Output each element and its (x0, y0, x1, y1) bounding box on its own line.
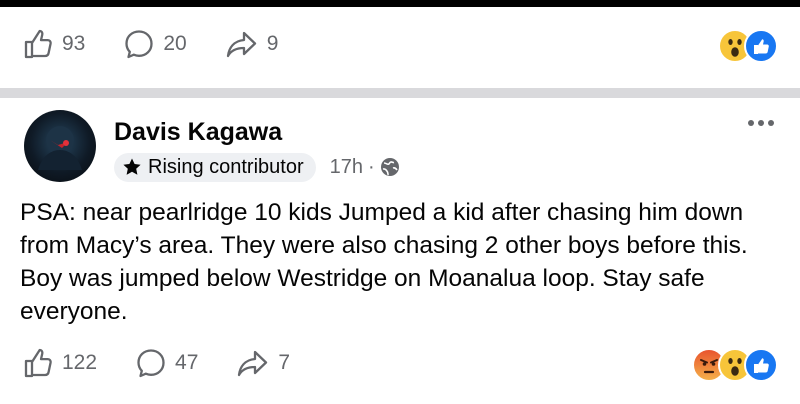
avatar[interactable] (24, 110, 96, 182)
post-text: PSA: near pearlridge 10 kids Jumped a ki… (20, 199, 748, 325)
share-button[interactable]: 7 (236, 347, 290, 379)
like-icon (744, 29, 778, 63)
comment-icon (137, 349, 165, 378)
comment-count: 47 (175, 351, 199, 374)
meta-separator: · (368, 155, 375, 178)
like-button[interactable]: 122 (22, 347, 97, 379)
share-icon (238, 350, 268, 377)
more-dot-icon (768, 120, 774, 126)
author-name[interactable]: Davis Kagawa (114, 118, 282, 147)
post-divider (0, 88, 800, 98)
more-options-button[interactable] (744, 120, 774, 126)
badge-label: Rising contributor (148, 155, 304, 178)
more-dot-icon (748, 120, 754, 126)
prev-comment-button[interactable]: 20 (123, 28, 187, 60)
rising-contributor-badge[interactable]: Rising contributor (114, 152, 316, 182)
post-time[interactable]: 17h (330, 156, 363, 179)
comment-icon (125, 30, 154, 59)
comment-button[interactable]: 47 (135, 347, 198, 379)
post-meta: Rising contributor 17h · (114, 150, 400, 184)
like-count: 122 (62, 351, 98, 374)
prev-like-count: 93 (62, 32, 86, 55)
share-count: 7 (278, 351, 291, 374)
like-icon (744, 348, 778, 382)
prev-comment-count: 20 (163, 32, 187, 55)
star-icon (123, 158, 141, 175)
more-dot-icon (758, 120, 764, 126)
prev-share-count: 9 (266, 32, 279, 55)
globe-icon (380, 158, 399, 176)
thumbs-up-icon (24, 29, 52, 59)
prev-post-actions: 93 20 9 (22, 24, 316, 64)
thumbs-up-icon (24, 348, 52, 378)
prev-share-button[interactable]: 9 (225, 28, 279, 60)
prev-like-button[interactable]: 93 (22, 28, 85, 60)
share-icon (226, 31, 256, 58)
reaction-summary[interactable] (692, 347, 778, 383)
post-actions: 122 47 7 (22, 343, 328, 383)
prev-reaction-summary[interactable] (718, 28, 778, 64)
top-edge-bar (0, 0, 800, 7)
